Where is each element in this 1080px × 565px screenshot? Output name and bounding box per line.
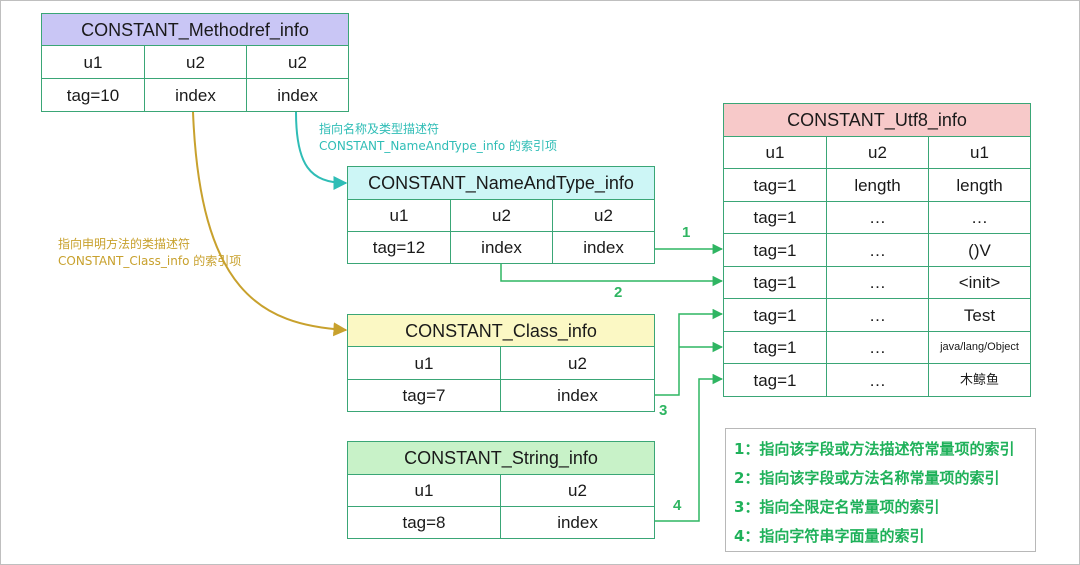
methodref-title: CONSTANT_Methodref_info: [40, 13, 350, 46]
class-value-cell: index: [500, 379, 655, 412]
nameandtype-title: CONSTANT_NameAndType_info: [346, 166, 656, 200]
nameandtype-type-cell: u2: [450, 199, 553, 232]
methodref-table: CONSTANT_Methodref_info u1 u2 u2 tag=10 …: [40, 13, 350, 112]
utf8-cell: length: [826, 168, 929, 202]
nameandtype-type-cell: u2: [551, 199, 656, 232]
nameandtype-value-cell: index: [450, 231, 553, 264]
legend-item: 2：指向该字段或方法名称常量项的索引: [734, 469, 1000, 487]
nameandtype-value-cell: tag=12: [347, 231, 451, 264]
methodref-type-cell: u2: [144, 45, 247, 79]
methodref-type-cell: u1: [41, 45, 145, 79]
methodref-value-cell: tag=10: [41, 78, 145, 112]
utf8-type-cell: u2: [826, 136, 929, 169]
edge-2-arrow: [500, 263, 724, 287]
legend-box: 1：指向该字段或方法描述符常量项的索引 2：指向该字段或方法名称常量项的索引 3…: [725, 428, 1036, 552]
class-pointer-note: 指向申明方法的类描述符 CONSTANT_Class_info 的索引项: [58, 236, 241, 270]
methodref-value-cell: index: [144, 78, 247, 112]
utf8-cell: Test: [927, 298, 1032, 332]
utf8-cell: …: [826, 201, 929, 234]
edge-4-arrow: [655, 373, 724, 522]
edge-label-3: 3: [659, 402, 668, 419]
class-value-cell: tag=7: [347, 379, 501, 412]
utf8-cell: ()V: [927, 233, 1032, 267]
note-line: 指向申明方法的类描述符: [58, 237, 191, 251]
string-title: CONSTANT_String_info: [346, 441, 656, 475]
edge-label-1: 1: [682, 224, 691, 241]
note-line: CONSTANT_NameAndType_info 的索引项: [319, 139, 558, 153]
class-type-cell: u2: [500, 346, 655, 380]
utf8-cell: …: [826, 331, 929, 364]
nameandtype-table: CONSTANT_NameAndType_info u1 u2 u2 tag=1…: [346, 166, 656, 264]
edge-label-2: 2: [614, 284, 623, 301]
nameandtype-type-cell: u1: [347, 199, 451, 232]
note-line: 指向名称及类型描述符: [319, 122, 440, 136]
utf8-cell: length: [927, 168, 1032, 202]
utf8-title: CONSTANT_Utf8_info: [722, 103, 1032, 137]
utf8-cell: …: [826, 363, 929, 397]
utf8-type-cell: u1: [927, 136, 1032, 169]
string-type-cell: u1: [347, 474, 501, 507]
string-value-cell: index: [499, 506, 656, 539]
utf8-cell: tag=1: [723, 168, 827, 202]
utf8-cell: tag=1: [723, 363, 827, 397]
class-table: CONSTANT_Class_info u1 u2 tag=7 index: [347, 314, 655, 412]
utf8-cell: …: [826, 298, 929, 332]
utf8-cell: …: [826, 266, 929, 299]
utf8-table: CONSTANT_Utf8_info u1 u2 u1 tag=1 length…: [722, 103, 1032, 397]
utf8-cell: tag=1: [723, 331, 827, 364]
utf8-cell: tag=1: [723, 266, 827, 299]
string-value-cell: tag=8: [347, 506, 501, 539]
class-title: CONSTANT_Class_info: [347, 314, 655, 347]
utf8-cell: tag=1: [723, 298, 827, 332]
edge-label-4: 4: [673, 497, 682, 514]
utf8-cell: …: [927, 201, 1032, 234]
string-type-cell: u2: [499, 474, 656, 507]
legend-item: 4：指向字符串字面量的索引: [734, 527, 925, 545]
class-type-cell: u1: [347, 346, 501, 380]
nameandtype-value-cell: index: [551, 231, 656, 264]
legend-item: 3：指向全限定名常量项的索引: [734, 498, 940, 516]
edge-3-arrow-a: [655, 308, 724, 396]
string-table: CONSTANT_String_info u1 u2 tag=8 index: [346, 441, 656, 539]
utf8-cell: tag=1: [723, 233, 827, 267]
methodref-type-cell: u2: [245, 45, 350, 79]
utf8-cell: 木鲸鱼: [927, 363, 1032, 397]
utf8-cell: java/lang/Object: [927, 331, 1032, 364]
utf8-cell: <init>: [927, 266, 1032, 299]
utf8-type-cell: u1: [723, 136, 827, 169]
nameandtype-pointer-note: 指向名称及类型描述符 CONSTANT_NameAndType_info 的索引…: [319, 121, 557, 155]
methodref-value-cell: index: [245, 78, 350, 112]
legend-item: 1：指向该字段或方法描述符常量项的索引: [734, 440, 1015, 458]
note-line: CONSTANT_Class_info 的索引项: [58, 254, 242, 268]
utf8-cell: tag=1: [723, 201, 827, 234]
utf8-cell: …: [826, 233, 929, 267]
